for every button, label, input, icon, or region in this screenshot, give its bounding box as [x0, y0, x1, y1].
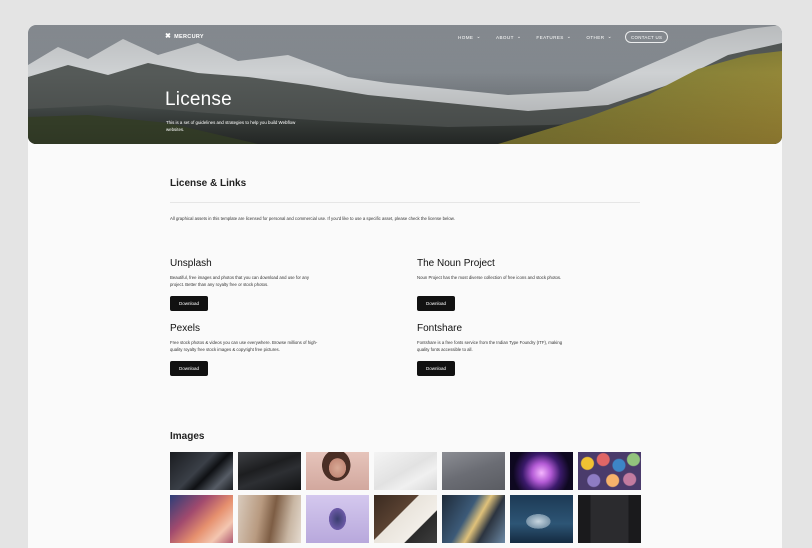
hero-banner: ✖ MERCURY HOME ⌄ ABOUT ⌄ FEATURES ⌄ OTHE… [28, 25, 782, 144]
license-intro: All graphical assets in this template ar… [170, 216, 455, 221]
thumb-mannequin-head-art[interactable] [306, 495, 369, 543]
thumb-grey-gradient[interactable] [442, 452, 505, 490]
thumb-glass-sphere-neon[interactable] [510, 452, 573, 490]
image-grid [170, 452, 641, 543]
hero-subtitle: This is a set of guidelines and strategi… [166, 120, 296, 132]
nav-item-about[interactable]: ABOUT ⌄ [496, 31, 521, 43]
nav-item-features[interactable]: FEATURES ⌄ [536, 31, 571, 43]
resource-card-unsplash: Unsplash Beautiful, free images and phot… [170, 258, 320, 311]
thumb-dark-phone-screen[interactable] [578, 495, 641, 543]
thumb-white-paper-texture[interactable] [374, 452, 437, 490]
chevron-down-icon: ⌄ [566, 34, 572, 40]
thumb-woman-portrait[interactable] [306, 452, 369, 490]
page: ✖ MERCURY HOME ⌄ ABOUT ⌄ FEATURES ⌄ OTHE… [28, 25, 782, 548]
divider [170, 202, 640, 203]
thumb-colorful-balls[interactable] [578, 452, 641, 490]
page-title: License [165, 89, 232, 110]
thumb-notebook-pen[interactable] [374, 495, 437, 543]
chevron-down-icon: ⌄ [516, 34, 522, 40]
resource-description: Noun Project has the most diverse collec… [417, 275, 562, 280]
thumb-phone-apps[interactable] [442, 495, 505, 543]
resource-card-noun-project: The Noun Project Noun Project has the mo… [417, 258, 567, 311]
asterisk-icon: ✖ [165, 33, 172, 40]
brand-name: MERCURY [174, 33, 204, 40]
images-section-title: Images [170, 431, 205, 442]
main-nav: HOME ⌄ ABOUT ⌄ FEATURES ⌄ OTHER ⌄ CONTAC… [458, 31, 669, 43]
resource-card-fontshare: Fontshare Fontshare is a free fonts serv… [417, 323, 567, 376]
nav-item-home[interactable]: HOME ⌄ [458, 31, 481, 43]
thumb-ocean-wave[interactable] [510, 495, 573, 543]
brand-logo[interactable]: ✖ MERCURY [165, 33, 204, 40]
contact-us-button[interactable]: CONTACT US [625, 31, 669, 43]
resource-card-pexels: Pexels Free stock photos & videos you ca… [170, 323, 320, 376]
resource-description: Beautiful, free images and photos that y… [170, 275, 310, 287]
resource-title: Fontshare [417, 323, 463, 334]
resource-description: Fontshare is a free fonts service from t… [417, 340, 563, 352]
download-button-pexels[interactable]: Download [170, 361, 208, 376]
chevron-down-icon: ⌄ [476, 34, 481, 40]
download-button-noun-project[interactable]: Download [417, 296, 455, 311]
thumb-dark-silk-fabric[interactable] [170, 452, 233, 490]
thumb-black-cloth-folds[interactable] [238, 452, 301, 490]
license-section-title: License & Links [170, 178, 247, 189]
thumb-pink-abstract-waves[interactable] [170, 495, 233, 543]
resource-title: Pexels [170, 323, 201, 334]
resource-description: Free stock photos & videos you can use e… [170, 340, 318, 352]
download-button-unsplash[interactable]: Download [170, 296, 208, 311]
download-button-fontshare[interactable]: Download [417, 361, 455, 376]
chevron-down-icon: ⌄ [607, 34, 613, 40]
nav-item-other[interactable]: OTHER ⌄ [586, 31, 612, 43]
resource-title: Unsplash [170, 258, 212, 269]
resource-title: The Noun Project [417, 258, 495, 269]
thumb-woman-long-hair[interactable] [238, 495, 301, 543]
